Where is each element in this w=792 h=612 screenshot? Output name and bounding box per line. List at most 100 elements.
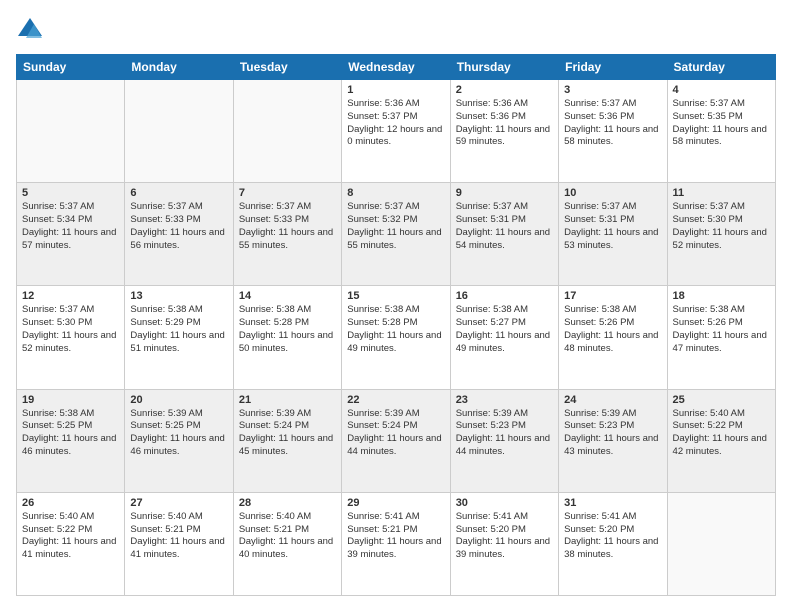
day-info: Sunrise: 5:41 AM Sunset: 5:21 PM Dayligh… bbox=[347, 511, 444, 562]
day-info: Sunrise: 5:37 AM Sunset: 5:30 PM Dayligh… bbox=[22, 304, 119, 355]
day-info: Sunrise: 5:38 AM Sunset: 5:28 PM Dayligh… bbox=[239, 304, 336, 355]
day-info: Sunrise: 5:37 AM Sunset: 5:32 PM Dayligh… bbox=[347, 201, 444, 252]
logo bbox=[16, 16, 48, 44]
calendar-cell: 8 Sunrise: 5:37 AM Sunset: 5:32 PM Daylig… bbox=[342, 183, 450, 286]
day-info: Sunrise: 5:39 AM Sunset: 5:24 PM Dayligh… bbox=[347, 408, 444, 459]
day-info: Sunrise: 5:38 AM Sunset: 5:26 PM Dayligh… bbox=[673, 304, 770, 355]
day-info: Sunrise: 5:39 AM Sunset: 5:23 PM Dayligh… bbox=[456, 408, 553, 459]
day-info: Sunrise: 5:37 AM Sunset: 5:31 PM Dayligh… bbox=[456, 201, 553, 252]
day-info: Sunrise: 5:40 AM Sunset: 5:22 PM Dayligh… bbox=[22, 511, 119, 562]
day-number: 5 bbox=[22, 187, 119, 199]
calendar-cell: 11 Sunrise: 5:37 AM Sunset: 5:30 PM Dayli… bbox=[667, 183, 775, 286]
calendar-cell: 29 Sunrise: 5:41 AM Sunset: 5:21 PM Dayli… bbox=[342, 492, 450, 595]
calendar-cell bbox=[125, 80, 233, 183]
day-info: Sunrise: 5:37 AM Sunset: 5:36 PM Dayligh… bbox=[564, 98, 661, 149]
day-info: Sunrise: 5:37 AM Sunset: 5:30 PM Dayligh… bbox=[673, 201, 770, 252]
calendar-cell: 9 Sunrise: 5:37 AM Sunset: 5:31 PM Daylig… bbox=[450, 183, 558, 286]
day-number: 29 bbox=[347, 497, 444, 509]
day-info: Sunrise: 5:40 AM Sunset: 5:21 PM Dayligh… bbox=[130, 511, 227, 562]
page: SundayMondayTuesdayWednesdayThursdayFrid… bbox=[0, 0, 792, 612]
day-number: 26 bbox=[22, 497, 119, 509]
logo-icon bbox=[16, 16, 44, 44]
calendar-cell: 1 Sunrise: 5:36 AM Sunset: 5:37 PM Daylig… bbox=[342, 80, 450, 183]
day-number: 17 bbox=[564, 290, 661, 302]
day-number: 25 bbox=[673, 394, 770, 406]
day-number: 24 bbox=[564, 394, 661, 406]
col-header-thursday: Thursday bbox=[450, 55, 558, 80]
calendar-cell bbox=[17, 80, 125, 183]
col-header-tuesday: Tuesday bbox=[233, 55, 341, 80]
calendar-week-row: 12 Sunrise: 5:37 AM Sunset: 5:30 PM Dayli… bbox=[17, 286, 776, 389]
day-number: 28 bbox=[239, 497, 336, 509]
day-info: Sunrise: 5:37 AM Sunset: 5:31 PM Dayligh… bbox=[564, 201, 661, 252]
calendar-cell: 23 Sunrise: 5:39 AM Sunset: 5:23 PM Dayli… bbox=[450, 389, 558, 492]
day-number: 4 bbox=[673, 84, 770, 96]
day-number: 20 bbox=[130, 394, 227, 406]
calendar-cell: 13Sunrise: 5:38 AM Sunset: 5:29 PM Dayli… bbox=[125, 286, 233, 389]
calendar-week-row: 19Sunrise: 5:38 AM Sunset: 5:25 PM Dayli… bbox=[17, 389, 776, 492]
day-info: Sunrise: 5:40 AM Sunset: 5:22 PM Dayligh… bbox=[673, 408, 770, 459]
day-info: Sunrise: 5:40 AM Sunset: 5:21 PM Dayligh… bbox=[239, 511, 336, 562]
day-number: 22 bbox=[347, 394, 444, 406]
day-number: 12 bbox=[22, 290, 119, 302]
day-number: 21 bbox=[239, 394, 336, 406]
calendar: SundayMondayTuesdayWednesdayThursdayFrid… bbox=[16, 54, 776, 596]
calendar-week-row: 1 Sunrise: 5:36 AM Sunset: 5:37 PM Daylig… bbox=[17, 80, 776, 183]
calendar-week-row: 5 Sunrise: 5:37 AM Sunset: 5:34 PM Daylig… bbox=[17, 183, 776, 286]
day-number: 27 bbox=[130, 497, 227, 509]
calendar-cell: 2 Sunrise: 5:36 AM Sunset: 5:36 PM Daylig… bbox=[450, 80, 558, 183]
calendar-cell: 20 Sunrise: 5:39 AM Sunset: 5:25 PM Dayli… bbox=[125, 389, 233, 492]
day-info: Sunrise: 5:37 AM Sunset: 5:35 PM Dayligh… bbox=[673, 98, 770, 149]
day-info: Sunrise: 5:37 AM Sunset: 5:33 PM Dayligh… bbox=[239, 201, 336, 252]
col-header-friday: Friday bbox=[559, 55, 667, 80]
day-info: Sunrise: 5:38 AM Sunset: 5:26 PM Dayligh… bbox=[564, 304, 661, 355]
calendar-cell: 28 Sunrise: 5:40 AM Sunset: 5:21 PM Dayli… bbox=[233, 492, 341, 595]
calendar-cell bbox=[667, 492, 775, 595]
col-header-wednesday: Wednesday bbox=[342, 55, 450, 80]
day-number: 11 bbox=[673, 187, 770, 199]
day-number: 15 bbox=[347, 290, 444, 302]
day-number: 13 bbox=[130, 290, 227, 302]
day-number: 18 bbox=[673, 290, 770, 302]
calendar-cell: 16Sunrise: 5:38 AM Sunset: 5:27 PM Dayli… bbox=[450, 286, 558, 389]
calendar-cell: 7Sunrise: 5:37 AM Sunset: 5:33 PM Daylig… bbox=[233, 183, 341, 286]
calendar-cell: 21 Sunrise: 5:39 AM Sunset: 5:24 PM Dayli… bbox=[233, 389, 341, 492]
col-header-saturday: Saturday bbox=[667, 55, 775, 80]
day-number: 8 bbox=[347, 187, 444, 199]
day-number: 31 bbox=[564, 497, 661, 509]
calendar-cell: 4 Sunrise: 5:37 AM Sunset: 5:35 PM Daylig… bbox=[667, 80, 775, 183]
day-number: 1 bbox=[347, 84, 444, 96]
calendar-cell: 12 Sunrise: 5:37 AM Sunset: 5:30 PM Dayli… bbox=[17, 286, 125, 389]
day-info: Sunrise: 5:36 AM Sunset: 5:36 PM Dayligh… bbox=[456, 98, 553, 149]
day-info: Sunrise: 5:38 AM Sunset: 5:25 PM Dayligh… bbox=[22, 408, 119, 459]
day-info: Sunrise: 5:39 AM Sunset: 5:25 PM Dayligh… bbox=[130, 408, 227, 459]
day-number: 9 bbox=[456, 187, 553, 199]
calendar-cell: 31 Sunrise: 5:41 AM Sunset: 5:20 PM Dayli… bbox=[559, 492, 667, 595]
calendar-cell: 6Sunrise: 5:37 AM Sunset: 5:33 PM Daylig… bbox=[125, 183, 233, 286]
day-info: Sunrise: 5:36 AM Sunset: 5:37 PM Dayligh… bbox=[347, 98, 444, 149]
day-number: 2 bbox=[456, 84, 553, 96]
day-number: 3 bbox=[564, 84, 661, 96]
calendar-cell: 25 Sunrise: 5:40 AM Sunset: 5:22 PM Dayli… bbox=[667, 389, 775, 492]
day-info: Sunrise: 5:39 AM Sunset: 5:23 PM Dayligh… bbox=[564, 408, 661, 459]
day-number: 14 bbox=[239, 290, 336, 302]
day-info: Sunrise: 5:39 AM Sunset: 5:24 PM Dayligh… bbox=[239, 408, 336, 459]
calendar-week-row: 26 Sunrise: 5:40 AM Sunset: 5:22 PM Dayli… bbox=[17, 492, 776, 595]
calendar-cell: 26 Sunrise: 5:40 AM Sunset: 5:22 PM Dayli… bbox=[17, 492, 125, 595]
day-number: 23 bbox=[456, 394, 553, 406]
day-info: Sunrise: 5:37 AM Sunset: 5:34 PM Dayligh… bbox=[22, 201, 119, 252]
day-number: 30 bbox=[456, 497, 553, 509]
calendar-cell: 24 Sunrise: 5:39 AM Sunset: 5:23 PM Dayli… bbox=[559, 389, 667, 492]
calendar-cell bbox=[233, 80, 341, 183]
calendar-cell: 15 Sunrise: 5:38 AM Sunset: 5:28 PM Dayli… bbox=[342, 286, 450, 389]
calendar-header-row: SundayMondayTuesdayWednesdayThursdayFrid… bbox=[17, 55, 776, 80]
day-info: Sunrise: 5:41 AM Sunset: 5:20 PM Dayligh… bbox=[564, 511, 661, 562]
header bbox=[16, 16, 776, 44]
calendar-cell: 14 Sunrise: 5:38 AM Sunset: 5:28 PM Dayli… bbox=[233, 286, 341, 389]
day-info: Sunrise: 5:37 AM Sunset: 5:33 PM Dayligh… bbox=[130, 201, 227, 252]
calendar-cell: 19Sunrise: 5:38 AM Sunset: 5:25 PM Dayli… bbox=[17, 389, 125, 492]
calendar-cell: 10Sunrise: 5:37 AM Sunset: 5:31 PM Dayli… bbox=[559, 183, 667, 286]
day-info: Sunrise: 5:38 AM Sunset: 5:28 PM Dayligh… bbox=[347, 304, 444, 355]
day-info: Sunrise: 5:38 AM Sunset: 5:27 PM Dayligh… bbox=[456, 304, 553, 355]
col-header-monday: Monday bbox=[125, 55, 233, 80]
